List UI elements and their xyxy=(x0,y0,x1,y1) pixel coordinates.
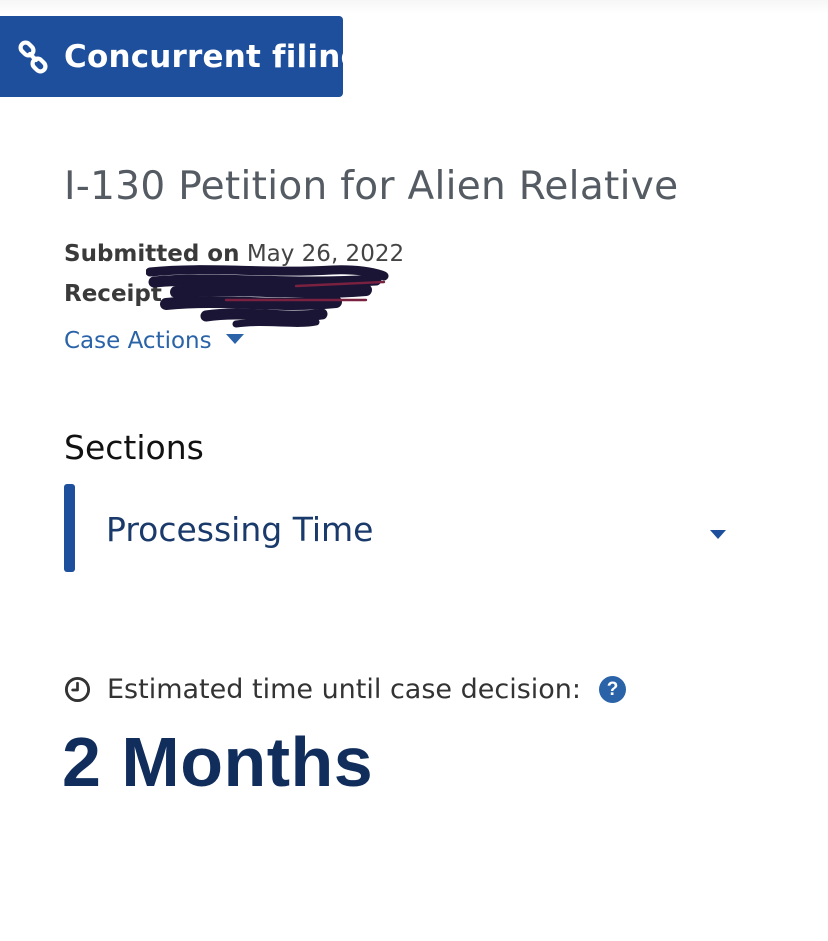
clock-icon xyxy=(64,676,91,703)
chevron-down-icon xyxy=(225,334,244,344)
case-actions-label: Case Actions xyxy=(64,328,212,354)
top-edge xyxy=(0,0,828,14)
section-accent-bar xyxy=(64,484,75,572)
section-selector[interactable]: Processing Time xyxy=(64,484,744,572)
chevron-down-icon xyxy=(710,530,726,539)
concurrent-filing-label: Concurrent filing xyxy=(64,38,363,75)
estimate-label: Estimated time until case decision: xyxy=(107,674,582,705)
question-circle-icon[interactable]: ? xyxy=(599,676,627,703)
estimate-row: Estimated time until case decision: ? xyxy=(64,674,627,705)
sections-heading: Sections xyxy=(64,428,204,467)
case-actions-dropdown[interactable]: Case Actions xyxy=(64,328,244,354)
concurrent-filing-badge: Concurrent filing xyxy=(0,16,363,97)
form-title: I-130 Petition for Alien Relative xyxy=(64,164,679,209)
case-status-page: Concurrent filing I-130 Petition for Ali… xyxy=(0,0,828,941)
link-icon xyxy=(16,39,50,74)
estimate-value: 2 Months xyxy=(62,723,374,801)
selected-section-label: Processing Time xyxy=(106,510,374,549)
receipt-redaction xyxy=(146,265,389,328)
